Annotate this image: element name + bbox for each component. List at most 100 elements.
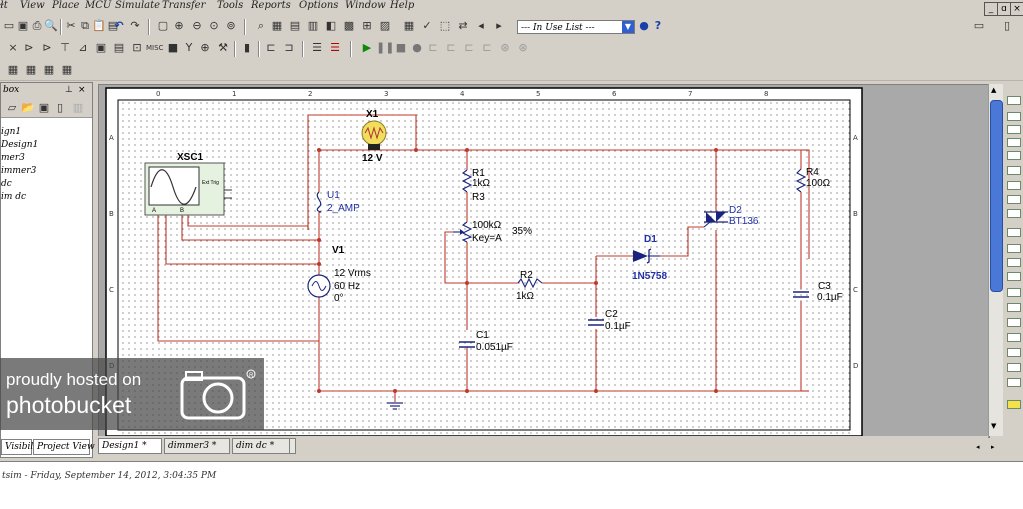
- tree-item[interactable]: dc: [1, 179, 12, 189]
- breadboard-icon[interactable]: ▩: [342, 19, 356, 33]
- menu-transfer[interactable]: Transfer: [162, 0, 205, 11]
- print-preview-icon[interactable]: 🔍: [44, 19, 58, 33]
- step-out-icon[interactable]: ⊏: [462, 41, 476, 55]
- zoom-out-icon[interactable]: ⊖: [190, 19, 204, 33]
- logic-analyzer-icon[interactable]: [1007, 209, 1021, 218]
- copy-icon[interactable]: ⧉: [78, 19, 92, 33]
- place-diode-icon[interactable]: ⊳: [40, 41, 54, 55]
- measurement-probe-icon[interactable]: [1007, 363, 1021, 372]
- word-generator-icon[interactable]: [1007, 195, 1021, 204]
- step-icon[interactable]: ●: [410, 41, 424, 55]
- close-icon[interactable]: ×: [78, 85, 86, 95]
- toggle-grid-icon[interactable]: ▦: [270, 19, 284, 33]
- forward-annotate-icon[interactable]: ◂: [474, 19, 488, 33]
- postprocessor-icon[interactable]: ⊞: [360, 19, 374, 33]
- tree-item[interactable]: ign1: [1, 127, 21, 137]
- run-to-cursor-icon[interactable]: ⊏: [480, 41, 494, 55]
- cut-icon[interactable]: ✂: [64, 19, 78, 33]
- search-icon[interactable]: ⌕: [254, 19, 268, 33]
- spreadsheet-icon[interactable]: ▤: [288, 19, 302, 33]
- pause-icon[interactable]: ❚❚: [376, 41, 394, 55]
- logic-converter-icon[interactable]: [1007, 228, 1021, 237]
- place-mixed-icon[interactable]: MISC: [146, 41, 163, 55]
- open-folder-icon[interactable]: 📂: [21, 101, 35, 115]
- zoom-area-icon[interactable]: ⊙: [207, 19, 221, 33]
- menu-file[interactable]: ɫt: [0, 0, 8, 11]
- place-rf-icon[interactable]: ⚒: [216, 41, 230, 55]
- menu-window[interactable]: Window: [345, 0, 386, 11]
- scroll-thumb[interactable]: [990, 100, 1003, 292]
- ac-source-v1[interactable]: [307, 274, 331, 298]
- menu-view[interactable]: View: [20, 0, 45, 11]
- grapher-icon[interactable]: ▨: [378, 19, 392, 33]
- menu-reports[interactable]: Reports: [251, 0, 291, 11]
- place-indicator-icon[interactable]: ■: [166, 41, 180, 55]
- tree-item[interactable]: mer3: [1, 153, 25, 163]
- place-misc-icon[interactable]: ⊕: [198, 41, 212, 55]
- help-icon[interactable]: ?: [651, 19, 665, 33]
- multimeter-icon[interactable]: [1007, 96, 1021, 105]
- place-analog-icon[interactable]: ⊿: [76, 41, 90, 55]
- menu-tools[interactable]: Tools: [217, 0, 243, 11]
- component-wizard-icon[interactable]: ◧: [324, 19, 338, 33]
- tree-item[interactable]: Design1: [1, 140, 38, 150]
- tab-visibility[interactable]: Visibility: [1, 439, 45, 455]
- erc-icon[interactable]: ▦: [402, 19, 416, 33]
- function-generator-icon[interactable]: [1007, 112, 1021, 121]
- step-over-icon[interactable]: ⊏: [444, 41, 458, 55]
- new-folder-icon[interactable]: ▱: [5, 101, 19, 115]
- vertical-scrollbar[interactable]: ▲ ▼: [988, 84, 1003, 436]
- stop-icon[interactable]: ■: [394, 41, 408, 55]
- menu-simulate[interactable]: Simulate: [115, 0, 160, 11]
- breadboard-view-icon[interactable]: ▭: [967, 19, 991, 33]
- oscilloscope-icon[interactable]: [1007, 138, 1021, 147]
- graphic-2-icon[interactable]: ▦: [24, 63, 38, 77]
- save-icon[interactable]: ▣: [16, 19, 30, 33]
- place-source-icon[interactable]: ×: [6, 41, 20, 55]
- close-button[interactable]: ×: [1010, 2, 1023, 16]
- place-electromech-icon[interactable]: ▮: [240, 41, 254, 55]
- save-design-icon[interactable]: ▣: [37, 101, 51, 115]
- layout-view-icon[interactable]: ▯: [995, 19, 1019, 33]
- full-screen-icon[interactable]: ▢: [156, 19, 170, 33]
- scroll-down-icon[interactable]: ▼: [991, 422, 996, 430]
- undo-icon[interactable]: ↶: [112, 19, 126, 33]
- tree-item[interactable]: immer3: [1, 166, 36, 176]
- distortion-analyzer-icon[interactable]: [1007, 258, 1021, 267]
- transfer-icon[interactable]: ⇄: [456, 19, 470, 33]
- redo-icon[interactable]: ↷: [128, 19, 142, 33]
- spectrum-analyzer-icon[interactable]: [1007, 272, 1021, 281]
- menu-place[interactable]: Place: [52, 0, 79, 11]
- database-icon[interactable]: ▥: [306, 19, 320, 33]
- place-ttl-icon[interactable]: ▣: [94, 41, 108, 55]
- graphic-1-icon[interactable]: ▦: [6, 63, 20, 77]
- minimize-button[interactable]: _: [984, 2, 998, 16]
- show-grid-icon[interactable]: ☰: [328, 41, 342, 55]
- export-icon[interactable]: ▸: [492, 19, 506, 33]
- toggle-breakpoint-icon[interactable]: ⊛: [498, 41, 512, 55]
- place-bus-icon[interactable]: ⊐: [282, 41, 296, 55]
- place-cmos-icon[interactable]: ▤: [112, 41, 126, 55]
- frequency-counter-icon[interactable]: [1007, 181, 1021, 190]
- open-icon[interactable]: ▭: [2, 19, 16, 33]
- capture-screen-icon[interactable]: ⬚: [438, 19, 452, 33]
- bode-plotter-icon[interactable]: [1007, 166, 1021, 175]
- menu-options[interactable]: Options: [299, 0, 338, 11]
- agilent-scope-icon[interactable]: [1007, 333, 1021, 342]
- labview-icon[interactable]: [1007, 378, 1021, 387]
- restore-button[interactable]: ɑ: [997, 2, 1011, 16]
- tab-dim-dc[interactable]: dim dc *: [232, 438, 290, 454]
- iv-analyzer-icon[interactable]: [1007, 244, 1021, 253]
- place-misc-digital-icon[interactable]: ⊡: [130, 41, 144, 55]
- agilent-generator-icon[interactable]: [1007, 303, 1021, 312]
- pin-icon[interactable]: ⊥: [65, 85, 73, 95]
- tree-item[interactable]: im dc: [1, 192, 26, 202]
- zoom-in-icon[interactable]: ⊕: [172, 19, 186, 33]
- place-basic-icon[interactable]: ⊳: [22, 41, 36, 55]
- place-hierarchical-icon[interactable]: ⊏: [264, 41, 278, 55]
- agilent-multimeter-icon[interactable]: [1007, 318, 1021, 327]
- interactive-help-icon[interactable]: ●: [637, 19, 651, 33]
- tab-design1[interactable]: Design1 *: [98, 438, 162, 454]
- zoom-fit-icon[interactable]: ⊚: [224, 19, 238, 33]
- delete-sheet-icon[interactable]: ▥: [71, 101, 85, 115]
